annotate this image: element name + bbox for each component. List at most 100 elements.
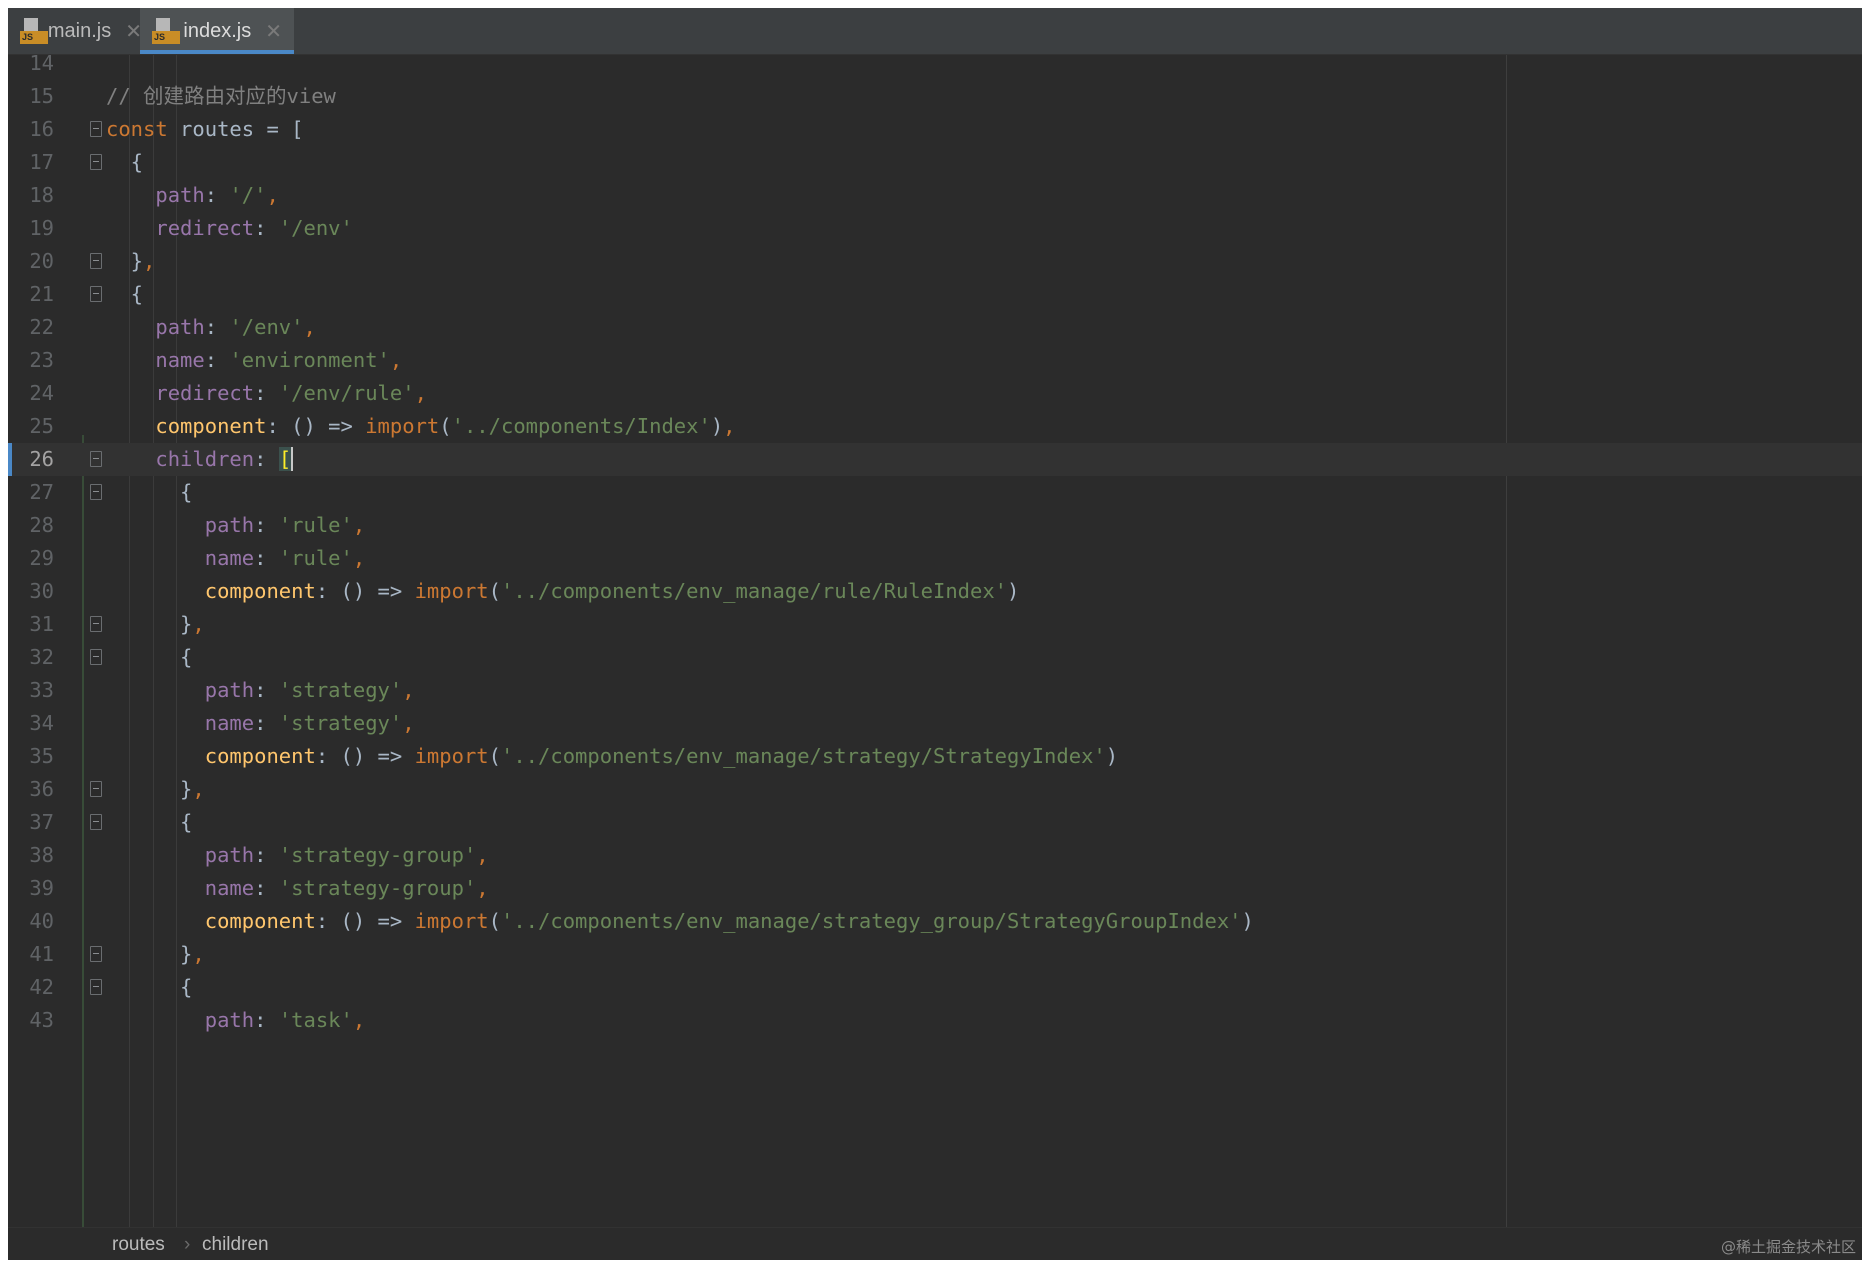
code-line[interactable]: 39 name: 'strategy-group', (8, 872, 1862, 905)
fold-toggle-icon[interactable] (90, 484, 102, 500)
line-number: 41 (29, 942, 54, 966)
code-line[interactable]: 15 // 创建路由对应的view (8, 80, 1862, 113)
code-text: { (106, 146, 143, 179)
code-token: } (106, 249, 144, 273)
code-token: , (192, 777, 205, 801)
line-number: 33 (29, 678, 54, 702)
code-line[interactable]: 43 path: 'task', (8, 1004, 1862, 1037)
fold-toggle-icon[interactable] (90, 649, 102, 665)
code-line[interactable]: 26 children: [ (8, 443, 1862, 476)
line-number: 24 (29, 381, 54, 405)
line-number: 36 (29, 777, 54, 801)
code-text: }, (106, 938, 205, 971)
code-line[interactable]: 28 path: 'rule', (8, 509, 1862, 542)
code-line[interactable]: 24 redirect: '/env/rule', (8, 377, 1862, 410)
code-token: name (204, 546, 255, 570)
code-line[interactable]: 40 component: () => import('../component… (8, 905, 1862, 938)
code-token: , (723, 414, 736, 438)
tab-main-js[interactable]: JS main.js ✕ (8, 8, 154, 54)
code-token: , (192, 612, 205, 636)
line-number: 20 (29, 249, 54, 273)
fold-toggle-icon[interactable] (90, 814, 102, 830)
code-line[interactable]: 29 name: 'rule', (8, 542, 1862, 575)
fold-toggle-icon[interactable] (90, 286, 102, 302)
code-line[interactable]: 25 component: () => import('../component… (8, 410, 1862, 443)
fold-toggle-icon[interactable] (90, 121, 102, 137)
code-line[interactable]: 41 }, (8, 938, 1862, 971)
fold-toggle-icon[interactable] (90, 253, 102, 269)
line-number: 42 (29, 975, 54, 999)
code-token: 'strategy-group' (278, 843, 477, 867)
code-line[interactable]: 23 name: 'environment', (8, 344, 1862, 377)
code-line[interactable]: 27 { (8, 476, 1862, 509)
code-line[interactable]: 16 const routes = [ (8, 113, 1862, 146)
code-line[interactable]: 30 component: () => import('../component… (8, 575, 1862, 608)
fold-toggle-icon[interactable] (90, 946, 102, 962)
code-line[interactable]: 20 }, (8, 245, 1862, 278)
code-line[interactable]: 17 { (8, 146, 1862, 179)
code-token: : (254, 876, 279, 900)
line-number: 25 (29, 414, 54, 438)
code-token: 'environment' (229, 348, 390, 372)
code-token: component (204, 579, 316, 603)
code-text: { (106, 278, 143, 311)
breadcrumb-item-routes[interactable]: routes (112, 1234, 165, 1256)
code-token: , (352, 1008, 366, 1032)
close-icon[interactable]: ✕ (265, 19, 282, 44)
line-number: 31 (29, 612, 54, 636)
code-token: : (204, 183, 230, 207)
code-token: component (204, 909, 316, 933)
code-token: 'strategy' (278, 711, 403, 735)
code-line[interactable]: 38 path: 'strategy-group', (8, 839, 1862, 872)
fold-toggle-icon[interactable] (90, 451, 102, 467)
fold-toggle-icon[interactable] (90, 979, 102, 995)
code-token: path (204, 513, 255, 537)
line-number: 27 (29, 480, 54, 504)
code-token: children (155, 447, 255, 471)
code-text: children: [ (106, 443, 294, 476)
code-line[interactable]: 18 path: '/', (8, 179, 1862, 212)
code-line[interactable]: 21 { (8, 278, 1862, 311)
code-token: { (106, 282, 144, 306)
code-token: : (254, 381, 279, 405)
code-token: component (204, 744, 316, 768)
code-line[interactable]: 35 component: () => import('../component… (8, 740, 1862, 773)
js-file-icon: JS (152, 18, 180, 44)
code-line[interactable]: 14 (8, 55, 1862, 80)
code-line[interactable]: 36 }, (8, 773, 1862, 806)
code-editor[interactable]: 14 15// 创建路由对应的view 16 const routes = [17 {… (8, 55, 1862, 1227)
breadcrumb-item-children[interactable]: children (202, 1234, 269, 1256)
code-line[interactable]: 33 path: 'strategy', (8, 674, 1862, 707)
fold-toggle-icon[interactable] (90, 616, 102, 632)
code-token: ) (1105, 744, 1119, 768)
code-text: { (106, 476, 192, 509)
code-line[interactable]: 42 { (8, 971, 1862, 1004)
tab-index-js[interactable]: JS index.js ✕ (140, 8, 294, 54)
code-token: : () => (315, 579, 415, 603)
fold-toggle-icon[interactable] (90, 154, 102, 170)
code-line[interactable]: 37 { (8, 806, 1862, 839)
code-token: , (402, 678, 415, 702)
code-token: : (254, 447, 279, 471)
code-token: name (204, 876, 255, 900)
code-line[interactable]: 34 name: 'strategy', (8, 707, 1862, 740)
code-token: import (414, 579, 489, 603)
code-line[interactable]: 22 path: '/env', (8, 311, 1862, 344)
code-text: name: 'strategy-group', (106, 872, 489, 905)
code-token: component (155, 414, 267, 438)
code-line[interactable]: 19 redirect: '/env' (8, 212, 1862, 245)
code-token: redirect (155, 381, 255, 405)
fold-toggle-icon[interactable] (90, 781, 102, 797)
code-line[interactable]: 32 { (8, 641, 1862, 674)
code-line[interactable]: 31 }, (8, 608, 1862, 641)
line-number: 37 (29, 810, 54, 834)
code-token: path (204, 843, 255, 867)
